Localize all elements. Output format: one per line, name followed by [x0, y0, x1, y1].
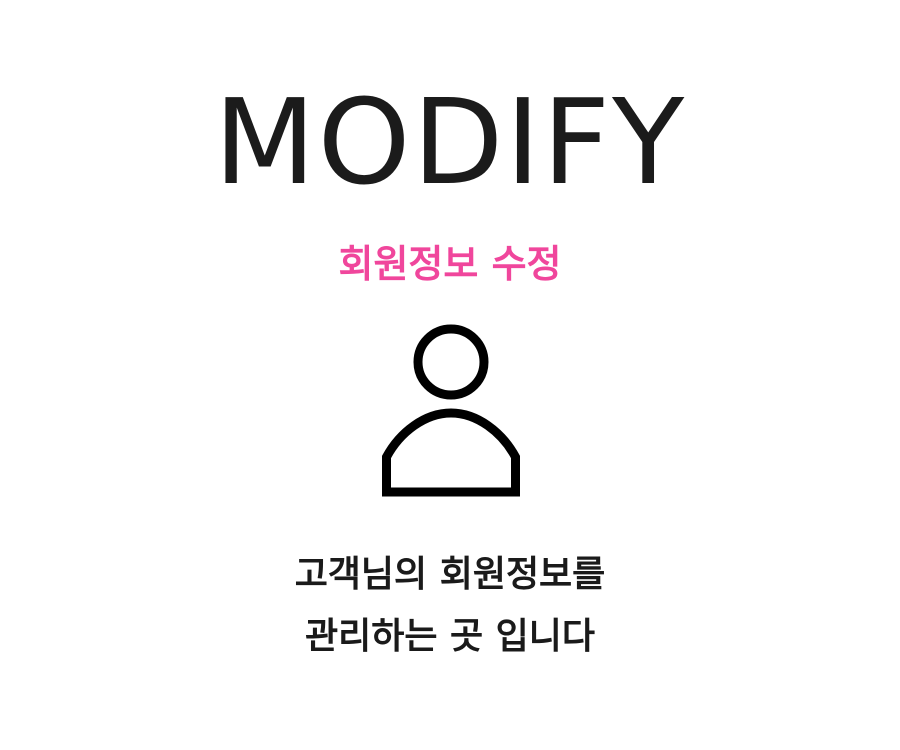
modify-page: MODIFY 회원정보 수정 고객님의 회원정보를 관리하는 곳 입니다 — [0, 0, 900, 750]
user-icon-head — [413, 324, 489, 400]
page-title: MODIFY — [213, 73, 687, 211]
description-line-2: 관리하는 곳 입니다 — [304, 616, 596, 657]
page-description: 고객님의 회원정보를 관리하는 곳 입니다 — [0, 544, 900, 668]
description-line-1: 고객님의 회원정보를 — [294, 554, 606, 595]
page-subtitle: 회원정보 수정 — [338, 242, 562, 286]
user-icon-body — [382, 408, 520, 497]
user-icon — [382, 324, 520, 497]
